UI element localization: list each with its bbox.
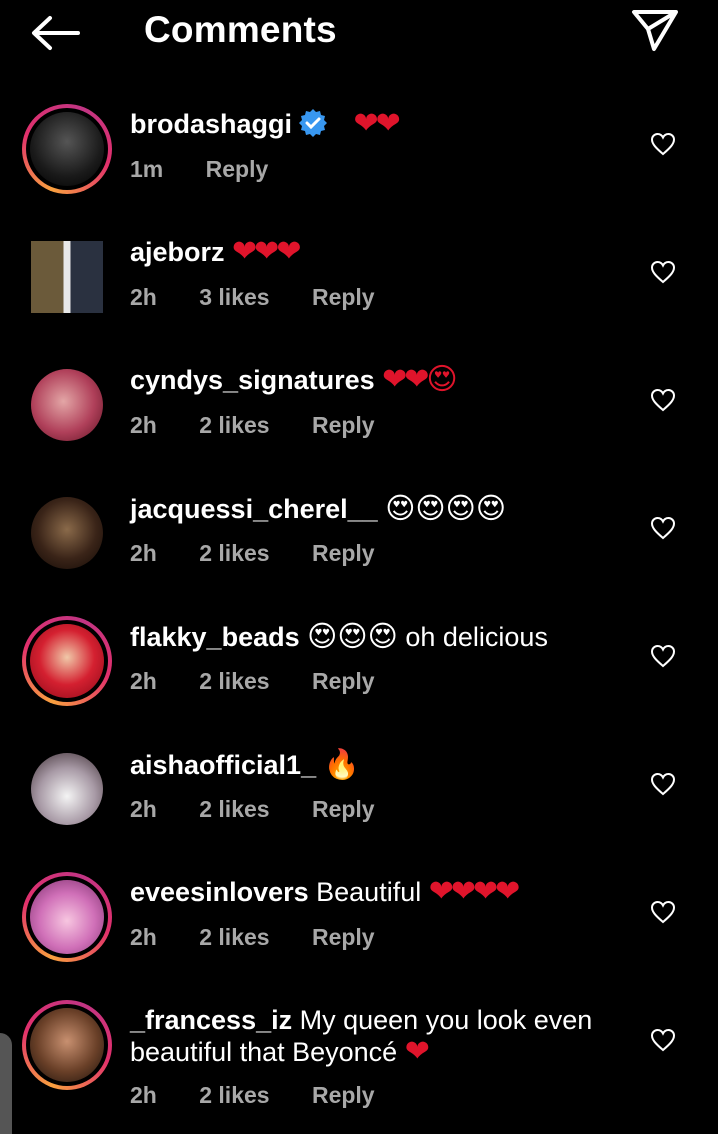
page-title: Comments bbox=[144, 9, 337, 50]
reply-button[interactable]: Reply bbox=[312, 924, 375, 950]
comment-time: 2h bbox=[130, 668, 157, 694]
comment-text: aishaofficial1_ 🔥 bbox=[130, 748, 630, 781]
comment-time: 1m bbox=[130, 156, 164, 182]
comment-username[interactable]: cyndys_signatures bbox=[130, 365, 375, 395]
avatar[interactable] bbox=[22, 104, 112, 194]
reply-button[interactable]: Reply bbox=[312, 796, 375, 822]
comment-body: Beautiful bbox=[316, 877, 422, 907]
verified-badge-icon bbox=[299, 109, 328, 137]
paper-plane-icon[interactable] bbox=[630, 8, 680, 52]
heart-outline-icon[interactable] bbox=[650, 388, 676, 412]
heart-outline-icon[interactable] bbox=[650, 516, 676, 540]
comment-time: 2h bbox=[130, 924, 157, 950]
emoji-reaction: 😍😍😍😍 bbox=[385, 491, 507, 525]
comment-meta: 2h 3 likes Reply bbox=[130, 284, 411, 311]
reply-button[interactable]: Reply bbox=[312, 284, 375, 310]
comment-username[interactable]: eveesinlovers bbox=[130, 877, 309, 907]
comment-item: eveesinlovers Beautiful ❤❤❤❤ 2h 2 likes … bbox=[0, 868, 718, 996]
heart-emoji: ❤❤ bbox=[353, 106, 401, 141]
heart-outline-icon[interactable] bbox=[650, 132, 676, 156]
reply-button[interactable]: Reply bbox=[312, 412, 375, 438]
header-bar: Comments bbox=[0, 0, 718, 64]
comment-text: cyndys_signatures ❤❤😍 bbox=[130, 364, 630, 396]
comment-likes[interactable]: 3 likes bbox=[199, 284, 269, 310]
comment-likes[interactable]: 2 likes bbox=[199, 924, 269, 950]
comment-text: jacquessi_cherel__ 😍😍😍😍 bbox=[130, 492, 630, 525]
emoji-reaction: 😍😍😍 bbox=[307, 619, 398, 653]
comment-item: jacquessi_cherel__ 😍😍😍😍 2h 2 likes Reply bbox=[0, 484, 718, 612]
comment-time: 2h bbox=[130, 540, 157, 566]
comment-meta: 1m Reply bbox=[130, 156, 304, 183]
comment-meta: 2h 2 likes Reply bbox=[130, 796, 411, 823]
reply-button[interactable]: Reply bbox=[312, 668, 375, 694]
avatar[interactable] bbox=[22, 616, 112, 706]
comment-likes[interactable]: 2 likes bbox=[199, 1082, 269, 1108]
avatar[interactable] bbox=[22, 1000, 112, 1090]
comment-time: 2h bbox=[130, 1082, 157, 1108]
comment-meta: 2h 2 likes Reply bbox=[130, 1082, 411, 1109]
comment-likes[interactable]: 2 likes bbox=[199, 668, 269, 694]
comment-meta: 2h 2 likes Reply bbox=[130, 412, 411, 439]
comment-item: brodashaggi ❤❤ 1m Reply bbox=[0, 100, 718, 228]
comment-likes[interactable]: 2 likes bbox=[199, 412, 269, 438]
heart-emoji: ❤ bbox=[404, 1034, 430, 1069]
comment-text: ajeborz ❤❤❤ bbox=[130, 236, 630, 268]
comment-username[interactable]: aishaofficial1_ bbox=[130, 750, 316, 780]
comment-time: 2h bbox=[130, 796, 157, 822]
heart-outline-icon[interactable] bbox=[650, 260, 676, 284]
comment-username[interactable]: brodashaggi bbox=[130, 109, 292, 139]
avatar[interactable] bbox=[22, 232, 112, 322]
arrow-left-icon[interactable] bbox=[28, 12, 82, 54]
comment-username[interactable]: jacquessi_cherel__ bbox=[130, 494, 378, 524]
comment-likes[interactable]: 2 likes bbox=[199, 540, 269, 566]
comment-text: _francess_iz My queen you look even beau… bbox=[130, 1004, 620, 1068]
comment-username[interactable]: _francess_iz bbox=[130, 1005, 292, 1035]
comment-item: cyndys_signatures ❤❤😍 2h 2 likes Reply bbox=[0, 356, 718, 484]
heart-outline-icon[interactable] bbox=[650, 900, 676, 924]
avatar[interactable] bbox=[22, 872, 112, 962]
comment-item: ajeborz ❤❤❤ 2h 3 likes Reply bbox=[0, 228, 718, 356]
heart-outline-icon[interactable] bbox=[650, 772, 676, 796]
avatar[interactable] bbox=[22, 744, 112, 834]
comment-time: 2h bbox=[130, 412, 157, 438]
heart-emoji: ❤❤❤❤ bbox=[428, 874, 521, 909]
heart-outline-icon[interactable] bbox=[650, 644, 676, 668]
reply-button[interactable]: Reply bbox=[206, 156, 269, 182]
comment-text: flakky_beads 😍😍😍 oh delicious bbox=[130, 620, 630, 653]
comment-text: brodashaggi ❤❤ bbox=[130, 108, 630, 140]
comment-body: oh delicious bbox=[405, 622, 548, 652]
avatar[interactable] bbox=[22, 360, 112, 450]
heart-outline-icon[interactable] bbox=[650, 1028, 676, 1052]
comment-text: eveesinlovers Beautiful ❤❤❤❤ bbox=[130, 876, 630, 908]
comment-time: 2h bbox=[130, 284, 157, 310]
comment-likes[interactable]: 2 likes bbox=[199, 796, 269, 822]
comment-item: flakky_beads 😍😍😍 oh delicious 2h 2 likes… bbox=[0, 612, 718, 740]
comment-meta: 2h 2 likes Reply bbox=[130, 924, 411, 951]
edge-handle[interactable] bbox=[0, 1033, 12, 1134]
heart-emoji: ❤❤❤ bbox=[232, 234, 301, 269]
reply-button[interactable]: Reply bbox=[312, 540, 375, 566]
comment-meta: 2h 2 likes Reply bbox=[130, 668, 411, 695]
avatar[interactable] bbox=[22, 488, 112, 578]
comment-meta: 2h 2 likes Reply bbox=[130, 540, 411, 567]
reply-button[interactable]: Reply bbox=[312, 1082, 375, 1108]
comment-item: _francess_iz My queen you look even beau… bbox=[0, 996, 718, 1134]
comment-username[interactable]: ajeborz bbox=[130, 237, 225, 267]
comment-item: aishaofficial1_ 🔥 2h 2 likes Reply bbox=[0, 740, 718, 868]
fire-emoji: 🔥 bbox=[323, 747, 360, 781]
comment-username[interactable]: flakky_beads bbox=[130, 622, 300, 652]
emoji-reaction: ❤❤😍 bbox=[382, 362, 458, 397]
